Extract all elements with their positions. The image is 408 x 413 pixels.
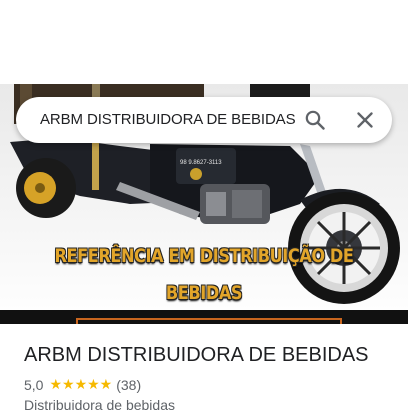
close-icon[interactable] (353, 108, 377, 132)
star-rating-icon: ★★★★★ (49, 376, 113, 392)
vehicle-phone-text: 98 9.8627-3113 (180, 160, 222, 166)
place-category: Distribuidora de bebidas (24, 397, 175, 413)
rating-row[interactable]: 5,0 ★★★★★ (38) (24, 376, 141, 393)
place-title: ARBM DISTRIBUIDORA DE BEBIDAS (24, 344, 369, 366)
banner-line-2: BEBIDAS (165, 282, 243, 304)
top-blank-area (0, 0, 408, 84)
search-bar[interactable]: ARBM DISTRIBUIDORA DE BEBIDAS (16, 97, 392, 143)
place-info-panel: ARBM DISTRIBUIDORA DE BEBIDAS 5,0 ★★★★★ … (0, 324, 408, 413)
review-count[interactable]: (38) (116, 377, 141, 393)
search-input[interactable]: ARBM DISTRIBUIDORA DE BEBIDAS (40, 111, 302, 128)
search-icon[interactable] (303, 108, 327, 132)
rating-value: 5,0 (24, 376, 44, 393)
banner-line-1: REFERÊNCIA EM DISTRIBUIÇÃO DE (54, 245, 354, 267)
